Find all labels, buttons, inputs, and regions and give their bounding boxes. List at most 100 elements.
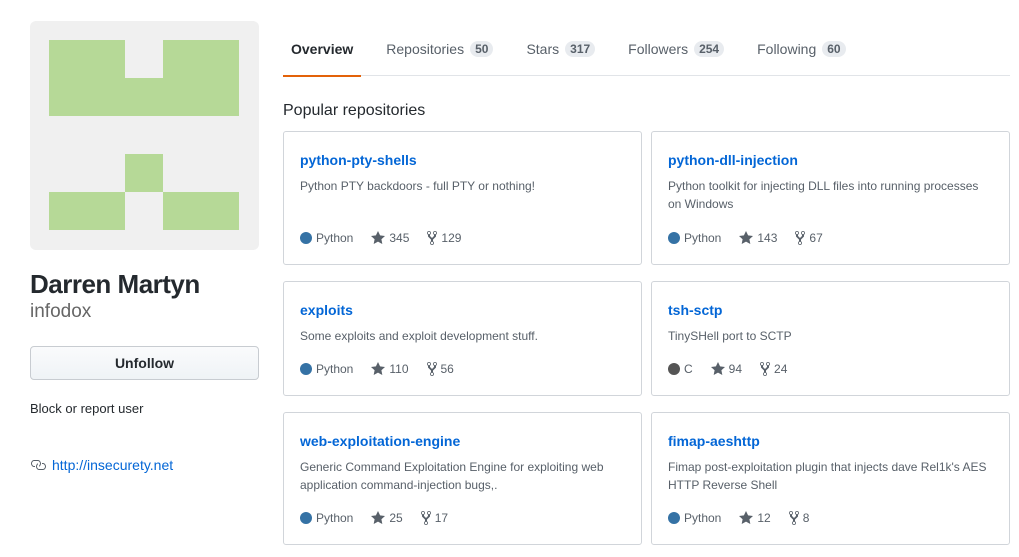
language-label: Python — [316, 231, 354, 245]
star-icon — [710, 362, 725, 375]
star-icon — [739, 511, 754, 524]
repo-language: Python — [668, 511, 721, 525]
language-label: Python — [316, 511, 354, 525]
repo-forks[interactable]: 56 — [426, 361, 454, 377]
forks-count: 129 — [441, 231, 462, 245]
repo-language: C — [668, 362, 693, 376]
link-icon — [31, 460, 46, 470]
star-icon — [739, 231, 754, 244]
fork-icon — [760, 362, 771, 376]
repo-forks[interactable]: 67 — [795, 230, 823, 246]
repo-language: Python — [668, 231, 721, 245]
repo-card: python-pty-shells Python PTY backdoors - … — [283, 131, 642, 265]
repo-name-link[interactable]: exploits — [300, 302, 353, 318]
language-color-dot — [300, 232, 312, 244]
stars-count: 345 — [389, 231, 410, 245]
repo-meta: Python 12 8 — [668, 510, 809, 526]
tab-overview[interactable]: Overview — [283, 22, 362, 77]
repo-stars[interactable]: 12 — [739, 510, 771, 526]
block-report-link[interactable]: Block or report user — [30, 401, 259, 416]
repo-stars[interactable]: 94 — [710, 361, 743, 377]
repo-stars[interactable]: 25 — [371, 510, 403, 526]
repo-name-link[interactable]: tsh-sctp — [668, 302, 722, 318]
language-color-dot — [300, 363, 312, 375]
stars-count: 25 — [389, 511, 403, 525]
tab-stars[interactable]: Stars 317 — [518, 22, 603, 76]
star-icon — [371, 511, 386, 524]
repo-forks[interactable]: 129 — [427, 230, 461, 246]
stars-count: 110 — [389, 362, 409, 376]
fork-icon — [795, 231, 806, 245]
repo-stars[interactable]: 110 — [371, 361, 409, 377]
forks-count: 24 — [774, 362, 788, 376]
stars-count: 12 — [757, 511, 771, 525]
repo-name-link[interactable]: python-pty-shells — [300, 152, 417, 168]
repo-card: fimap-aeshttp Fimap post-exploitation plu… — [651, 412, 1010, 545]
repo-description: Generic Command Exploitation Engine for … — [300, 460, 604, 492]
language-color-dot — [668, 363, 680, 375]
tab-counter: 60 — [822, 41, 846, 57]
repo-card: web-exploitation-engine Generic Command E… — [283, 412, 642, 545]
repo-meta: Python 110 56 — [300, 361, 454, 377]
repo-description: Python PTY backdoors - full PTY or nothi… — [300, 179, 536, 193]
language-color-dot — [300, 512, 312, 524]
website-url: http://insecurety.net — [52, 457, 174, 473]
language-color-dot — [668, 232, 680, 244]
repo-description: Some exploits and exploit development st… — [300, 329, 538, 343]
repo-forks[interactable]: 17 — [420, 510, 449, 526]
language-color-dot — [668, 512, 680, 524]
tab-label: Stars — [526, 41, 560, 57]
tab-label: Overview — [291, 41, 354, 57]
repo-forks[interactable]: 8 — [788, 510, 810, 526]
repo-stars[interactable]: 143 — [739, 230, 777, 246]
repo-language: Python — [300, 231, 353, 245]
tab-label: Followers — [628, 41, 689, 57]
avatar[interactable] — [30, 21, 259, 250]
fork-icon — [420, 511, 431, 525]
tab-following[interactable]: Following 60 — [749, 22, 854, 76]
repo-card: python-dll-injection Python toolkit for i… — [651, 131, 1010, 265]
tab-label: Following — [757, 41, 817, 57]
repo-card: exploits Some exploits and exploit develo… — [283, 281, 642, 396]
unfollow-button[interactable]: Unfollow — [30, 346, 259, 380]
tab-label: Repositories — [386, 41, 465, 57]
star-icon — [371, 231, 386, 244]
tab-followers[interactable]: Followers 254 — [620, 22, 732, 76]
section-title: Popular repositories — [283, 102, 426, 119]
repo-forks[interactable]: 24 — [760, 361, 787, 377]
repo-meta: Python 25 17 — [300, 510, 448, 526]
repo-meta: Python 345 129 — [300, 230, 461, 246]
language-label: Python — [684, 511, 722, 525]
profile-sidebar: Darren Martyn infodox Unfollow Block or … — [30, 21, 259, 473]
repo-stars[interactable]: 345 — [371, 230, 409, 246]
repo-meta: C 94 24 — [668, 361, 787, 377]
language-label: Python — [684, 231, 722, 245]
fork-icon — [426, 362, 437, 376]
profile-username: infodox — [30, 301, 92, 322]
star-icon — [371, 362, 386, 375]
stars-count: 94 — [728, 362, 743, 376]
tab-counter: 254 — [694, 41, 725, 57]
website-link[interactable]: http://insecurety.net — [30, 457, 259, 473]
tab-counter: 50 — [470, 41, 494, 57]
stars-count: 143 — [757, 231, 778, 245]
repo-card: tsh-sctp TinySHell port to SCTP C 94 24 — [651, 281, 1010, 396]
fork-icon — [427, 231, 438, 245]
fork-icon — [788, 511, 799, 525]
tab-repositories[interactable]: Repositories 50 — [378, 22, 501, 76]
repo-name-link[interactable]: web-exploitation-engine — [300, 433, 460, 449]
profile-fullname: Darren Martyn — [30, 269, 200, 299]
forks-count: 8 — [802, 511, 810, 525]
profile-nav: Overview Repositories 50 Stars 317 Follo… — [283, 22, 1010, 77]
forks-count: 56 — [440, 362, 454, 376]
tab-counter: 317 — [565, 41, 596, 57]
repo-meta: Python 143 67 — [668, 230, 823, 246]
repo-description: Python toolkit for injecting DLL files i… — [668, 179, 979, 211]
language-label: Python — [316, 362, 354, 376]
repo-description: Fimap post-exploitation plugin that inje… — [668, 460, 987, 492]
repo-description: TinySHell port to SCTP — [668, 329, 792, 343]
repo-name-link[interactable]: fimap-aeshttp — [668, 433, 760, 449]
forks-count: 17 — [434, 511, 449, 525]
repo-name-link[interactable]: python-dll-injection — [668, 152, 798, 168]
repo-language: Python — [300, 362, 353, 376]
